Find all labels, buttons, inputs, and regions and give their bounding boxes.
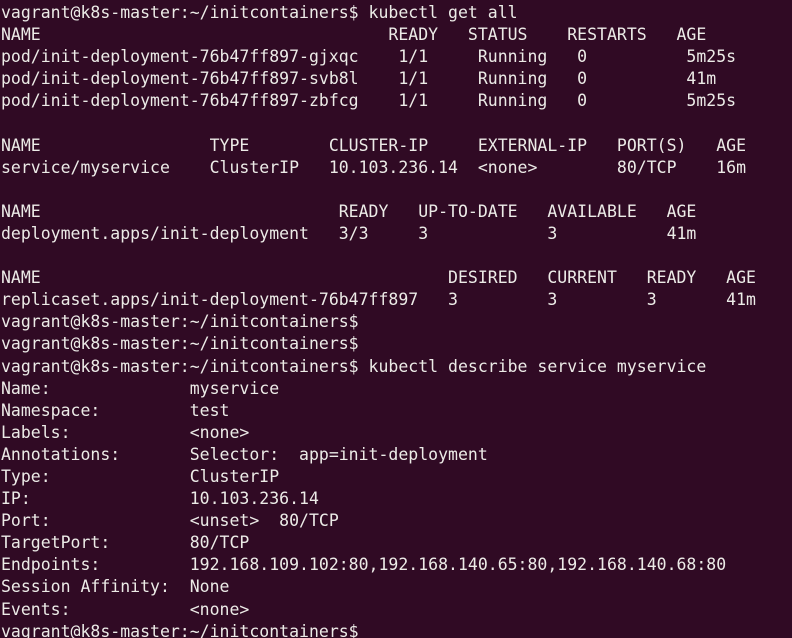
terminal-prompt-line: vagrant@k8s-master:~/initcontainers$ xyxy=(1,621,359,638)
terminal-output-line: Type: ClusterIP xyxy=(1,466,280,486)
terminal-output-line: IP: 10.103.236.14 xyxy=(1,489,319,509)
terminal-prompt-line: vagrant@k8s-master:~/initcontainers$ xyxy=(1,312,359,332)
terminal-output-line: deployment.apps/init-deployment 3/3 3 3 … xyxy=(1,223,697,243)
terminal-output-line: Annotations: Selector: app=init-deployme… xyxy=(1,444,488,464)
terminal-output-line: pod/init-deployment-76b47ff897-zbfcg 1/1… xyxy=(1,91,737,111)
terminal-prompt-line: vagrant@k8s-master:~/initcontainers$ xyxy=(1,334,359,354)
terminal-output-line: TargetPort: 80/TCP xyxy=(1,533,250,553)
terminal-output-line: Events: <none> xyxy=(1,599,250,619)
terminal-output-line: Session Affinity: None xyxy=(1,577,230,597)
terminal-output-line: NAME TYPE CLUSTER-IP EXTERNAL-IP PORT(S)… xyxy=(1,135,747,155)
terminal-output-line: Namespace: test xyxy=(1,400,230,420)
terminal-screen[interactable]: vagrant@k8s-master:~/initcontainers$ kub… xyxy=(0,0,792,638)
terminal-output-line: NAME READY STATUS RESTARTS AGE xyxy=(1,25,707,45)
terminal-prompt-line: vagrant@k8s-master:~/initcontainers$ kub… xyxy=(1,356,707,376)
terminal-output-line: service/myservice ClusterIP 10.103.236.1… xyxy=(1,157,747,177)
terminal-output-line: Port: <unset> 80/TCP xyxy=(1,511,339,531)
terminal-prompt-line: vagrant@k8s-master:~/initcontainers$ kub… xyxy=(1,3,518,22)
terminal-output-line: Labels: <none> xyxy=(1,422,250,442)
terminal-output-line: pod/init-deployment-76b47ff897-svb8l 1/1… xyxy=(1,69,717,89)
terminal-output-line: NAME READY UP-TO-DATE AVAILABLE AGE xyxy=(1,201,697,221)
terminal-output-line: Name: myservice xyxy=(1,378,280,398)
terminal-output-line: replicaset.apps/init-deployment-76b47ff8… xyxy=(1,290,756,310)
terminal-output-line: Endpoints: 192.168.109.102:80,192.168.14… xyxy=(1,555,727,575)
terminal-output-line: NAME DESIRED CURRENT READY AGE xyxy=(1,268,756,288)
terminal-output-line: pod/init-deployment-76b47ff897-gjxqc 1/1… xyxy=(1,47,737,67)
